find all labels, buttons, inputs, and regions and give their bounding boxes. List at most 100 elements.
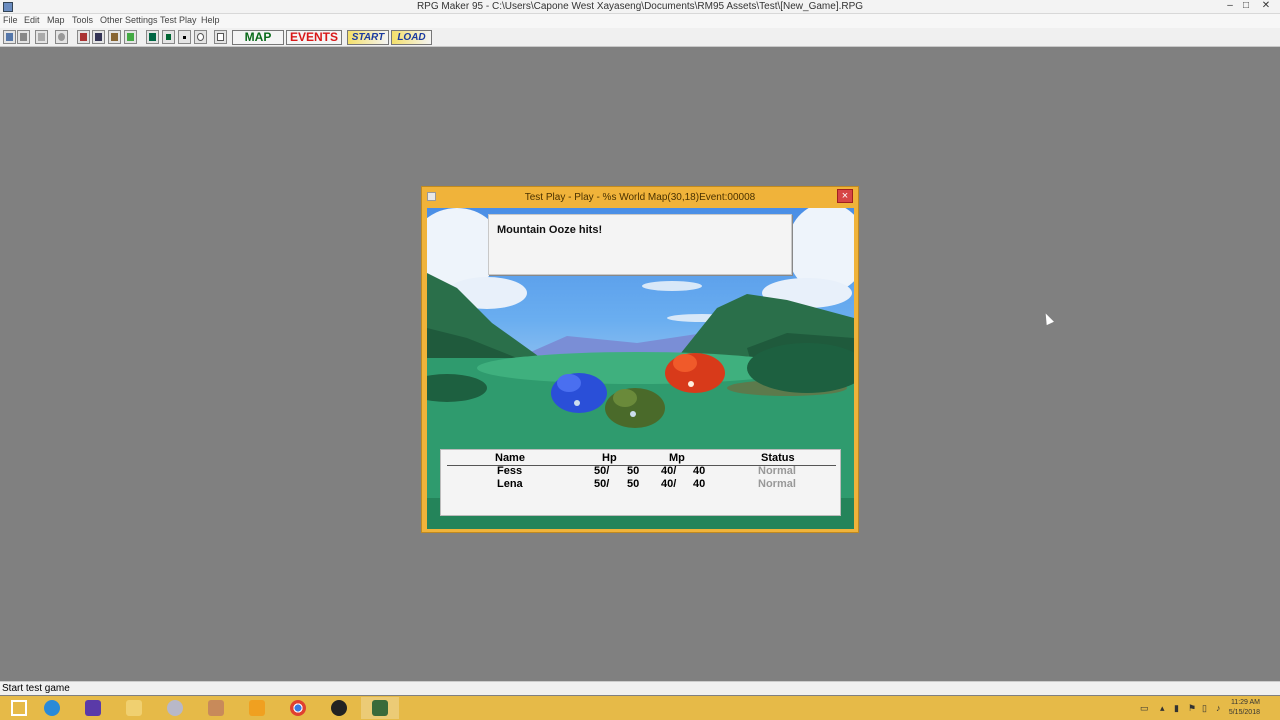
toolbar: MAP EVENTS START LOAD <box>0 28 1280 47</box>
pen-large-icon <box>149 33 156 41</box>
party-member-hp: 50/ <box>594 478 610 490</box>
tray-battery-icon[interactable]: ▯ <box>1202 703 1207 714</box>
file-explorer-icon <box>126 700 142 716</box>
party-member-mp: 40/ <box>661 465 677 477</box>
load-label: LOAD <box>397 32 426 43</box>
status-text: Start test game <box>2 683 70 694</box>
layer-tool-4-icon <box>127 33 134 41</box>
party-member-hp-max: 50 <box>627 465 640 477</box>
status-bar: Start test game <box>0 681 1280 695</box>
menu-other-settings[interactable]: Other Settings <box>100 15 158 25</box>
zoom-icon <box>197 33 204 41</box>
layer-tool-1-button[interactable] <box>77 30 90 44</box>
party-status-box: Name Hp Mp Status Fess 50/ 50 40/ 40 Nor… <box>440 449 841 516</box>
test-play-title: Test Play - Play - %s World Map(30,18)Ev… <box>524 192 756 203</box>
internet-explorer-icon <box>44 700 60 716</box>
internet-explorer-button[interactable] <box>33 697 71 719</box>
open-project-button[interactable] <box>17 30 30 44</box>
chrome-icon <box>290 700 306 716</box>
header-name: Name <box>495 452 525 464</box>
pen-small-button[interactable] <box>178 30 191 44</box>
party-member-name: Fess <box>497 465 523 477</box>
settings-button[interactable] <box>74 697 112 719</box>
events-mode-button[interactable]: EVENTS <box>286 30 342 45</box>
tray-flag-icon[interactable]: ⚑ <box>1188 703 1196 714</box>
start-button[interactable]: START <box>347 30 389 45</box>
pen-small-icon <box>183 36 186 39</box>
media-player-button[interactable] <box>238 697 276 719</box>
file-explorer-button[interactable] <box>115 697 153 719</box>
party-member-mp-max: 40 <box>693 478 706 490</box>
layer-tool-1-icon <box>80 33 87 41</box>
tray-network-icon[interactable]: ▮ <box>1174 703 1179 714</box>
taskbar-app-1[interactable] <box>156 697 194 719</box>
start-label: START <box>351 32 385 43</box>
battle-message-box: Mountain Ooze hits! <box>488 214 792 275</box>
party-member-mp: 40/ <box>661 478 677 490</box>
header-hp: Hp <box>602 452 617 464</box>
layer-tool-4-button[interactable] <box>124 30 137 44</box>
menu-map[interactable]: Map <box>47 15 65 25</box>
map-mode-button[interactable]: MAP <box>232 30 284 45</box>
mouse-cursor-icon <box>1042 311 1054 326</box>
clock-date: 5/15/2018 <box>1228 709 1260 716</box>
clock-time: 11:29 AM <box>1230 699 1260 706</box>
media-player-icon <box>249 700 265 716</box>
taskbar-clock[interactable]: 11:29 AM 5/15/2018 <box>1229 698 1260 718</box>
party-member-hp-max: 50 <box>627 478 640 490</box>
taskbar-app-2[interactable] <box>197 697 235 719</box>
windows-start-icon <box>11 700 27 716</box>
party-member-mp-max: 40 <box>693 465 706 477</box>
layer-tool-2-button[interactable] <box>92 30 105 44</box>
pen-large-button[interactable] <box>146 30 159 44</box>
chrome-button[interactable] <box>279 697 317 719</box>
battle-scene: Mountain Ooze hits! Name Hp Mp Status Fe… <box>427 208 854 529</box>
close-button[interactable]: ✕ <box>1258 0 1274 13</box>
select-icon <box>217 33 224 41</box>
undo-button[interactable] <box>55 30 68 44</box>
layer-tool-3-icon <box>111 33 118 41</box>
party-member-hp: 50/ <box>594 465 610 477</box>
menu-bar: File Edit Map Tools Other Settings Test … <box>0 14 1280 28</box>
maximize-button[interactable]: □ <box>1238 0 1254 13</box>
open-project-icon <box>20 33 27 41</box>
app-title: RPG Maker 95 - C:\Users\Capone West Xaya… <box>416 1 864 12</box>
menu-help[interactable]: Help <box>201 15 220 25</box>
taskbar: ▭ ▴ ▮ ⚑ ▯ ♪ 11:29 AM 5/15/2018 <box>0 696 1280 720</box>
obs-icon <box>331 700 347 716</box>
party-member-status: Normal <box>758 465 796 477</box>
tray-overflow-icon[interactable]: ▭ <box>1140 703 1149 714</box>
test-play-window: Test Play - Play - %s World Map(30,18)Ev… <box>421 186 859 533</box>
layer-tool-2-icon <box>95 33 102 41</box>
zoom-button[interactable] <box>194 30 207 44</box>
undo-icon <box>58 33 65 41</box>
new-project-button[interactable] <box>3 30 16 44</box>
load-button[interactable]: LOAD <box>391 30 432 45</box>
obs-button[interactable] <box>320 697 358 719</box>
header-status: Status <box>761 452 795 464</box>
test-play-close-button[interactable]: × <box>837 189 853 203</box>
new-project-icon <box>6 33 13 41</box>
menu-file[interactable]: File <box>3 15 18 25</box>
battle-message: Mountain Ooze hits! <box>497 224 603 236</box>
events-mode-label: EVENTS <box>289 30 338 44</box>
test-play-titlebar[interactable]: Test Play - Play - %s World Map(30,18)Ev… <box>422 187 858 207</box>
menu-test-play[interactable]: Test Play <box>160 15 197 25</box>
tray-volume-icon[interactable]: ♪ <box>1216 703 1221 713</box>
menu-tools[interactable]: Tools <box>72 15 93 25</box>
pen-medium-button[interactable] <box>162 30 175 44</box>
save-project-icon <box>38 33 45 41</box>
app-icon-1 <box>167 700 183 716</box>
menu-edit[interactable]: Edit <box>24 15 40 25</box>
party-member-status: Normal <box>758 478 796 490</box>
select-button[interactable] <box>214 30 227 44</box>
party-member-name: Lena <box>497 478 523 490</box>
tray-chevron-icon[interactable]: ▴ <box>1160 703 1165 714</box>
app-titlebar: RPG Maker 95 - C:\Users\Capone West Xaya… <box>0 0 1280 14</box>
rpg-maker-icon <box>372 700 388 716</box>
minimize-button[interactable]: – <box>1222 0 1238 13</box>
header-mp: Mp <box>669 452 685 464</box>
layer-tool-3-button[interactable] <box>108 30 121 44</box>
save-project-button[interactable] <box>35 30 48 44</box>
rpg-maker-taskbar-button[interactable] <box>361 697 399 719</box>
